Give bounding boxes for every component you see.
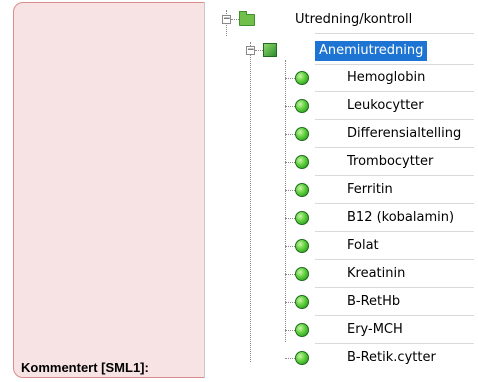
tree-line [285, 190, 295, 191]
tree-node-item[interactable]: Trombocytter [205, 150, 474, 174]
green-ball-icon [295, 155, 309, 169]
tree-node-label: B-RetHb [347, 294, 401, 309]
tree-node-item[interactable]: B-Retik.cytter [205, 346, 474, 370]
tree-node-label: Ferritin [347, 182, 393, 197]
tree-node-label: Leukocytter [347, 98, 424, 113]
tree-line [285, 246, 295, 247]
collapse-icon[interactable]: − [222, 15, 231, 24]
green-ball-icon [295, 267, 309, 281]
tree-node-label: Utredning/kontroll [295, 12, 413, 27]
collapse-icon[interactable]: − [246, 46, 255, 55]
tree-node-item[interactable]: Kreatinin [205, 262, 474, 286]
green-ball-icon [295, 183, 309, 197]
row-divider [315, 91, 474, 92]
tree-line [285, 162, 295, 163]
tree-node-label: Trombocytter [347, 154, 434, 169]
row-divider [315, 64, 474, 65]
tree-node-item[interactable]: Leukocytter [205, 94, 474, 118]
green-ball-icon [295, 99, 309, 113]
tree-line [285, 302, 295, 303]
row-divider [315, 203, 474, 204]
row-divider [315, 147, 474, 148]
tree-line [285, 274, 295, 275]
green-ball-icon [295, 239, 309, 253]
tree-node-item[interactable]: Ery-MCH [205, 318, 474, 342]
tree-node-item[interactable]: Folat [205, 234, 474, 258]
tree-node-root[interactable]: − Utredning/kontroll [205, 8, 474, 32]
folder-icon [239, 11, 255, 26]
tree-line [255, 50, 263, 51]
tree-line [285, 218, 295, 219]
row-divider [315, 33, 474, 34]
green-ball-icon [295, 211, 309, 225]
row-divider [315, 315, 474, 316]
tree-node-label: B12 (kobalamin) [347, 210, 455, 225]
tree-line [285, 106, 295, 107]
green-ball-icon [295, 323, 309, 337]
tree-node-label: Hemoglobin [347, 70, 426, 85]
tree-node-label: Differensialtelling [347, 126, 462, 141]
tree-node-item[interactable]: Hemoglobin [205, 66, 474, 90]
row-divider [315, 287, 474, 288]
tree-node-label: Anemiutredning [315, 41, 428, 61]
row-divider [315, 175, 474, 176]
row-divider [315, 259, 474, 260]
tree-node-label: Kreatinin [347, 266, 406, 281]
green-ball-icon [295, 127, 309, 141]
tree-line [285, 134, 295, 135]
group-icon [263, 43, 277, 57]
row-divider [315, 231, 474, 232]
row-divider [315, 119, 474, 120]
tree-line [250, 42, 251, 362]
tree-node-label: Ery-MCH [347, 322, 403, 337]
tree-line [231, 19, 239, 20]
green-ball-icon [295, 351, 309, 365]
tree-node-label: Folat [347, 238, 379, 253]
row-divider [315, 343, 474, 344]
tree-node-item[interactable]: B12 (kobalamin) [205, 206, 474, 230]
comment-label: Kommentert [SML1]: [21, 360, 149, 375]
tree-node-anemiutredning[interactable]: − Anemiutredning [205, 39, 474, 63]
tree-line [285, 78, 295, 79]
tree-node-item[interactable]: Differensialtelling [205, 122, 474, 146]
tree-node-item[interactable]: B-RetHb [205, 290, 474, 314]
tree-node-label: B-Retik.cytter [347, 350, 436, 365]
green-ball-icon [295, 71, 309, 85]
tree-view[interactable]: − Utredning/kontroll − Anemiutredning He… [204, 2, 474, 378]
tree-line [285, 358, 295, 359]
green-ball-icon [295, 295, 309, 309]
tree-node-item[interactable]: Ferritin [205, 178, 474, 202]
tree-line [285, 330, 295, 331]
